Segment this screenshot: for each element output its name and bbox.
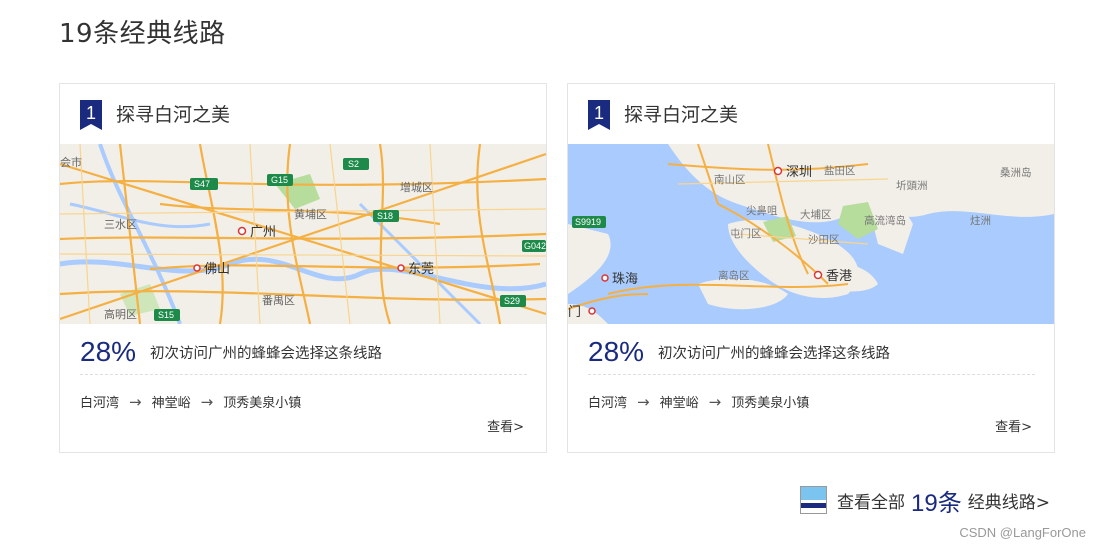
- map-label-yantian: 盐田区: [824, 164, 856, 177]
- arrow-right-icon: →: [200, 392, 214, 411]
- map-city-hongkong: 香港: [826, 269, 852, 284]
- route-stop[interactable]: 顶秀美泉小镇: [731, 392, 809, 411]
- route-stop[interactable]: 白河湾: [80, 392, 119, 411]
- map-city-dongguan: 东莞: [408, 262, 434, 277]
- arrow-right-icon: →: [637, 392, 650, 411]
- map-label-dapu: 大埔区: [800, 208, 832, 221]
- stat-percent: 28%: [588, 336, 645, 367]
- flag-icon: [800, 486, 827, 514]
- route-stop[interactable]: 神堂峪: [152, 392, 191, 411]
- map-label-panyu: 番禺区: [262, 294, 295, 307]
- arrow-right-icon: →: [129, 392, 142, 411]
- rank-badge: 1: [80, 100, 102, 130]
- map-label-niuzhou: 炷洲: [970, 214, 991, 227]
- view-link[interactable]: 查看>: [995, 416, 1032, 435]
- map-label-huishi: 会市: [60, 155, 82, 169]
- map-label-sanshui: 三水区: [104, 218, 137, 231]
- map-label-tunmen: 屯门区: [730, 227, 762, 240]
- map-label-lidao: 离岛区: [718, 269, 750, 282]
- shield-s18: S18: [377, 211, 393, 221]
- map-label-nanshan: 南山区: [714, 173, 746, 186]
- route-stops: 白河湾 → 神堂峪 → 顶秀美泉小镇: [80, 392, 301, 412]
- map-city-macau: 门: [568, 305, 581, 320]
- card-title[interactable]: 探寻白河之美: [116, 100, 230, 130]
- route-stops: 白河湾 → 神堂峪 → 顶秀美泉小镇: [588, 392, 809, 412]
- stat-row: 28% 初次访问广州的蜂蜂会选择这条线路: [80, 332, 382, 372]
- watermark: CSDN @LangForOne: [959, 525, 1086, 540]
- page-title: 19条经典线路: [59, 19, 226, 49]
- route-card[interactable]: 1 探寻白河之美: [59, 83, 547, 453]
- route-stop[interactable]: 顶秀美泉小镇: [223, 392, 301, 411]
- rank-number: 1: [593, 103, 604, 123]
- view-all-prefix: 查看全部: [837, 492, 905, 513]
- shield-s15: S15: [158, 310, 174, 320]
- card-header: 1 探寻白河之美: [588, 100, 738, 130]
- card-header: 1 探寻白河之美: [80, 100, 230, 130]
- shield-s29: S29: [504, 296, 520, 306]
- divider: [588, 374, 1035, 375]
- divider: [80, 374, 527, 375]
- map-label-qitou: 圻頭洲: [896, 179, 928, 192]
- route-stop[interactable]: 神堂峪: [660, 392, 699, 411]
- shield-s47: S47: [194, 179, 210, 189]
- route-map-hongkong[interactable]: S9919 南山区 盐田区 尖鼻咀 大埔区 屯门区 沙田区 离岛区 高流湾岛 圻…: [568, 144, 1054, 324]
- arrow-right-icon: →: [708, 392, 722, 411]
- route-card[interactable]: 1 探寻白河之美: [567, 83, 1055, 453]
- map-city-foshan: 佛山: [204, 262, 230, 277]
- map-city-shenzhen: 深圳: [786, 165, 812, 180]
- map-label-huangpu: 黄埔区: [294, 207, 327, 221]
- view-link[interactable]: 查看>: [487, 416, 524, 435]
- rank-number: 1: [85, 103, 96, 123]
- map-city-guangzhou: 广州: [250, 225, 276, 240]
- stat-text: 初次访问广州的蜂蜂会选择这条线路: [150, 345, 383, 362]
- stat-row: 28% 初次访问广州的蜂蜂会选择这条线路: [588, 332, 890, 372]
- view-all-suffix: 经典线路>: [967, 492, 1050, 513]
- card-title[interactable]: 探寻白河之美: [624, 100, 738, 130]
- view-all-routes-link[interactable]: 查看全部 19条 经典线路>: [800, 482, 1050, 518]
- map-label-gaoliu: 高流湾岛: [864, 214, 906, 227]
- map-label-zengcheng: 增城区: [400, 180, 433, 194]
- route-stop[interactable]: 白河湾: [588, 392, 627, 411]
- shield-s2: S2: [348, 159, 359, 169]
- route-count: 19条: [911, 489, 962, 517]
- route-map-guangzhou[interactable]: S47 G15 S2 S18 G042 S29 S15 会市 三水区 黄埔区 增…: [60, 144, 546, 324]
- shield-g042: G042: [524, 241, 546, 251]
- stat-percent: 28%: [80, 336, 137, 367]
- rank-badge: 1: [588, 100, 610, 130]
- map-label-shatian: 沙田区: [808, 234, 840, 246]
- map-label-gaozhou: 桑洲岛: [1000, 166, 1032, 179]
- shield-s9919: S9919: [575, 217, 601, 227]
- map-label-gaoming: 高明区: [104, 307, 137, 321]
- map-label-jianshaju: 尖鼻咀: [746, 204, 778, 217]
- shield-g15: G15: [271, 175, 288, 185]
- stat-text: 初次访问广州的蜂蜂会选择这条线路: [658, 345, 891, 362]
- map-city-zhuhai: 珠海: [612, 272, 638, 287]
